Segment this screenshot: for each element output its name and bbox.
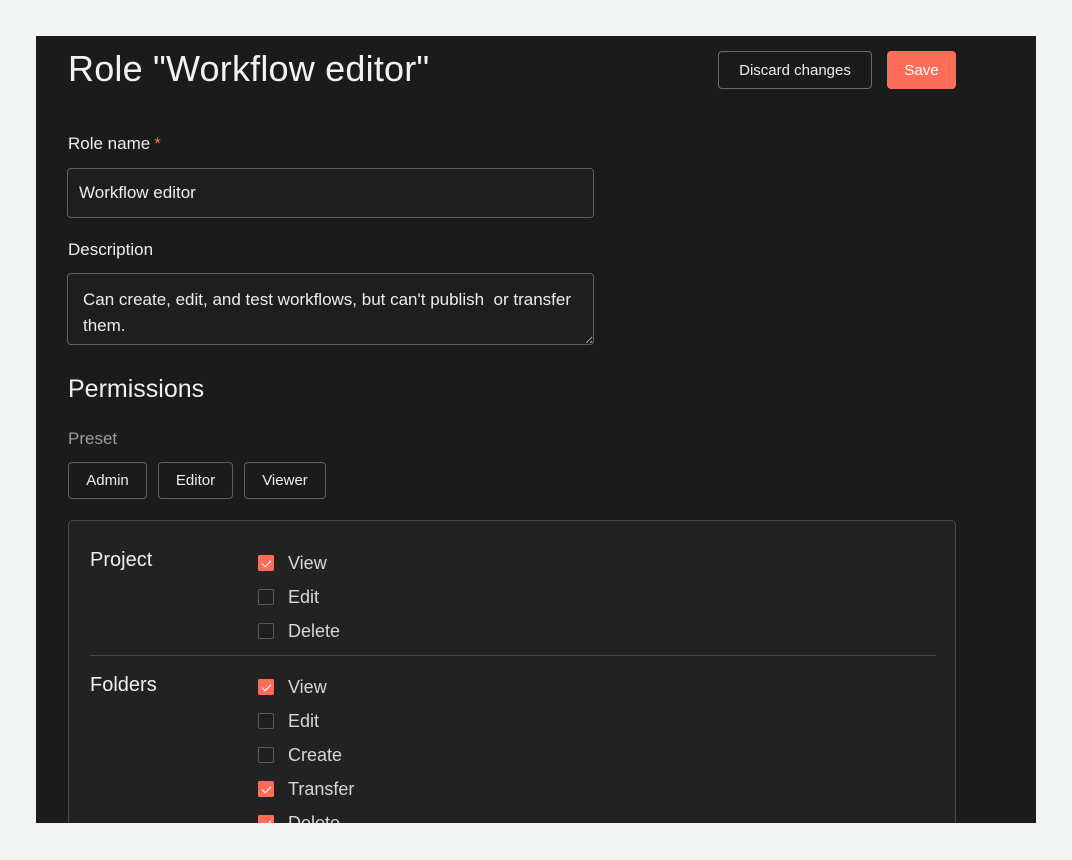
preset-admin-button[interactable]: Admin [68,462,147,499]
permissions-title: Permissions [68,375,205,403]
description-textarea[interactable]: Can create, edit, and test workflows, bu… [67,273,594,345]
perm-folders-edit[interactable]: Edit [258,708,319,734]
checkbox-folders-view[interactable] [258,679,274,695]
perm-label: Delete [288,812,341,824]
checkbox-project-delete[interactable] [258,623,274,639]
permissions-table: Project View Edit Delete Folders View Ed… [68,520,956,823]
perm-project-edit[interactable]: Edit [258,584,319,610]
perm-label: Transfer [288,778,355,799]
perm-folders-view[interactable]: View [258,674,327,700]
description-label: Description [68,240,154,259]
perm-label: View [288,676,327,697]
perm-project-delete[interactable]: Delete [258,618,340,644]
group-title-project: Project [90,549,153,571]
group-title-folders: Folders [90,674,157,696]
perm-label: Edit [288,586,320,607]
role-name-label-text: Role name [68,134,151,153]
checkbox-folders-delete[interactable] [258,815,274,823]
perm-label: Delete [288,620,341,641]
checkbox-folders-edit[interactable] [258,713,274,729]
role-editor-panel: Role "Workflow editor" Discard changes S… [36,36,1036,823]
required-marker: * [154,134,161,153]
perm-folders-transfer[interactable]: Transfer [258,776,354,802]
perm-folders-create[interactable]: Create [258,742,342,768]
perm-label: View [288,552,327,573]
page-title: Role "Workflow editor" [68,48,430,89]
checkbox-project-edit[interactable] [258,589,274,605]
checkbox-project-view[interactable] [258,555,274,571]
role-name-input[interactable] [67,168,594,218]
checkbox-folders-transfer[interactable] [258,781,274,797]
preset-editor-button[interactable]: Editor [158,462,233,499]
perm-folders-delete[interactable]: Delete [258,810,340,823]
preset-viewer-button[interactable]: Viewer [244,462,326,499]
perm-label: Create [288,744,343,765]
perm-project-view[interactable]: View [258,550,327,576]
preset-label: Preset [68,429,118,448]
group-divider [90,655,936,656]
role-name-label: Role name * [68,134,161,154]
discard-changes-button[interactable]: Discard changes [718,51,872,89]
perm-label: Edit [288,710,320,731]
checkbox-folders-create[interactable] [258,747,274,763]
save-button[interactable]: Save [887,51,956,89]
